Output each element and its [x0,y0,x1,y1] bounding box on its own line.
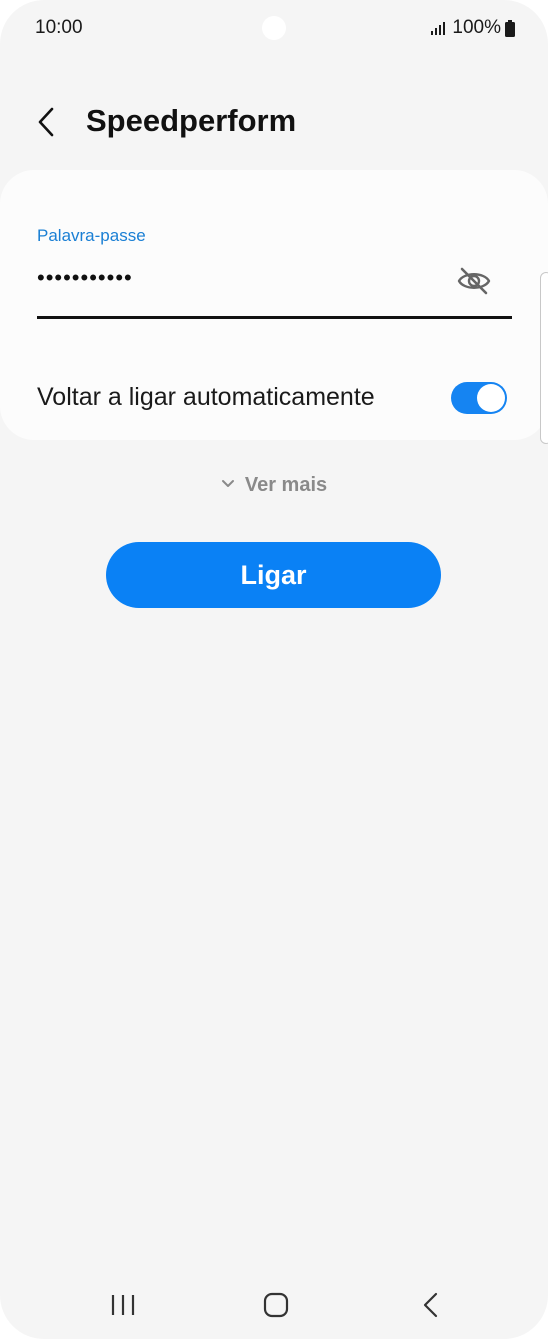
auto-reconnect-label: Voltar a ligar automaticamente [37,383,375,411]
back-arrow-icon[interactable] [30,105,64,139]
password-underline [37,316,512,319]
auto-reconnect-toggle[interactable] [451,382,507,414]
status-bar: 10:00 100% [0,0,548,60]
password-input[interactable] [37,258,437,298]
wifi-settings-card: Palavra-passe Voltar a ligar automaticam… [0,170,548,440]
home-icon[interactable] [257,1290,293,1320]
app-header: Speedperform [0,95,548,151]
see-more-label: Ver mais [244,474,328,496]
battery-icon [505,19,515,37]
front-camera [262,16,286,40]
eye-off-icon[interactable] [456,266,492,296]
recent-apps-icon[interactable] [105,1290,141,1320]
scrollbar-handle[interactable] [540,272,548,444]
see-more-link[interactable]: Ver mais [0,474,548,497]
status-indicators: 100% [430,17,515,39]
password-label: Palavra-passe [37,226,146,245]
back-icon[interactable] [412,1290,448,1320]
status-time: 10:00 [35,17,83,38]
phone-screen: 10:00 100% Speedperform Palavra-passe ••… [0,0,548,1339]
page-title: Speedperform [86,103,297,138]
connect-button[interactable]: Ligar [106,542,441,608]
chevron-down-icon [221,479,234,487]
navigation-bar [0,1280,548,1330]
signal-icon [431,22,446,35]
toggle-knob [477,384,505,412]
battery-percent: 100% [452,17,501,38]
